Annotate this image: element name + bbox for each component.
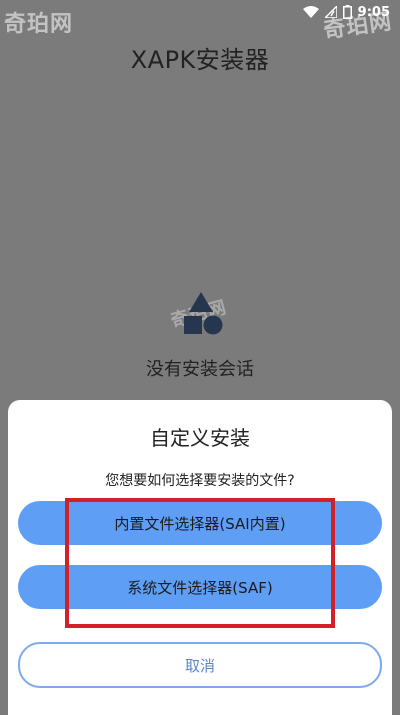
shapes-icon [176, 292, 226, 338]
cancel-button[interactable]: 取消 [18, 642, 382, 688]
watermark: 奇珀网 [4, 12, 74, 37]
system-file-picker-label: 系统文件选择器(SAF) [127, 578, 273, 597]
empty-state-text: 没有安装会话 [146, 359, 254, 380]
app-title: XAPK安装器 [130, 46, 270, 74]
wifi-icon [302, 6, 319, 18]
dialog-subtitle: 您想要如何选择要安装的文件? [105, 473, 295, 489]
builtin-file-picker-label: 内置文件选择器(SAI内置) [114, 514, 286, 533]
install-options-sheet: 自定义安装 您想要如何选择要安装的文件? 内置文件选择器(SAI内置) 系统文件… [8, 400, 392, 715]
cancel-label: 取消 [184, 656, 215, 675]
builtin-file-picker-button[interactable]: 内置文件选择器(SAI内置) [18, 501, 382, 545]
dialog-title: 自定义安装 [150, 426, 250, 450]
system-file-picker-button[interactable]: 系统文件选择器(SAF) [18, 565, 382, 609]
